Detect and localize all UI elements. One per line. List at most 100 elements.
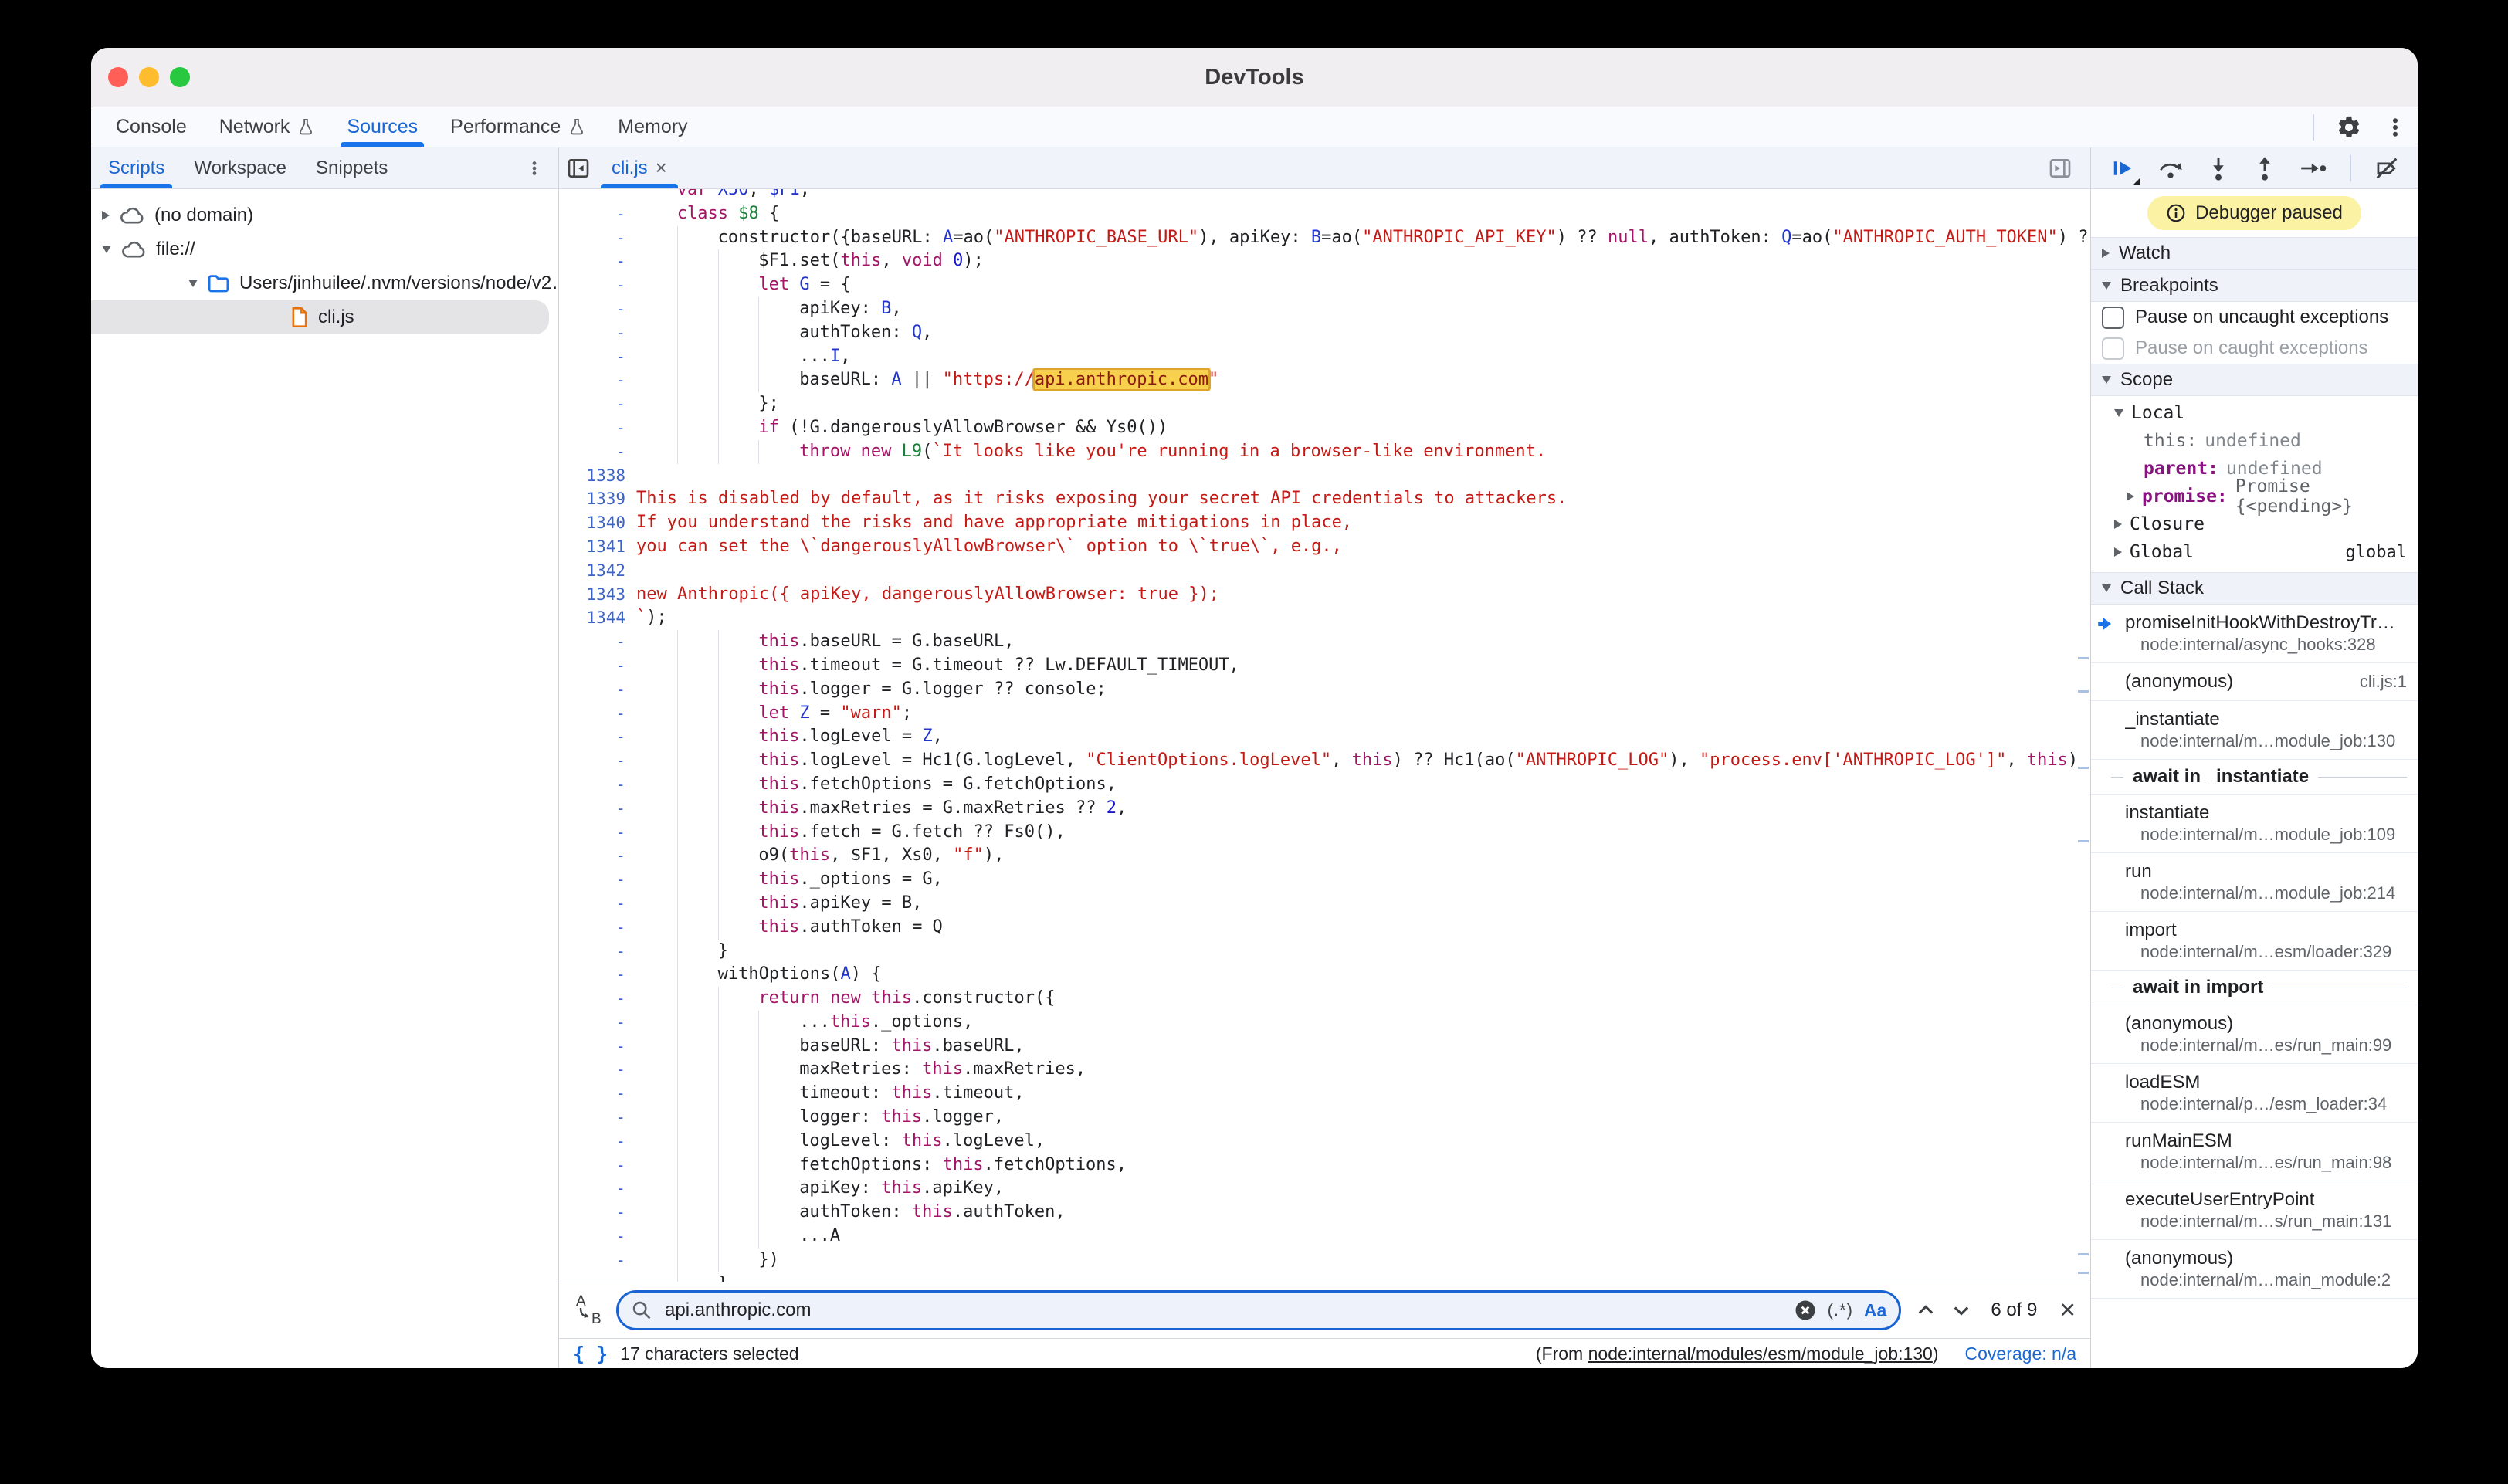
pretty-print-gutter-mark[interactable]: - bbox=[559, 226, 636, 250]
pretty-print-gutter-mark[interactable]: - bbox=[559, 321, 636, 345]
pretty-print-gutter-mark[interactable]: - bbox=[559, 749, 636, 773]
pretty-print-gutter-mark[interactable]: - bbox=[559, 1201, 636, 1225]
more-tabs-icon[interactable] bbox=[524, 157, 544, 180]
pretty-print-gutter-mark[interactable]: - bbox=[559, 702, 636, 726]
pretty-print-gutter-mark[interactable]: - bbox=[559, 1082, 636, 1106]
minimize-window-button[interactable] bbox=[139, 67, 159, 87]
call-stack-frame[interactable]: loadESMnode:internal/p…/esm_loader:34 bbox=[2091, 1064, 2418, 1123]
resume-script-icon[interactable] bbox=[2111, 157, 2134, 180]
zoom-window-button[interactable] bbox=[170, 67, 190, 87]
chevron-down-icon[interactable] bbox=[2114, 409, 2123, 417]
scope-property-promise[interactable]: promise:Promise {<pending>} bbox=[2091, 483, 2418, 510]
section-breakpoints[interactable]: Breakpoints bbox=[2091, 269, 2418, 302]
pretty-print-gutter-mark[interactable]: - bbox=[559, 892, 636, 916]
call-stack-frame[interactable]: _instantiatenode:internal/m…module_job:1… bbox=[2091, 701, 2418, 760]
pretty-print-gutter-mark[interactable]: - bbox=[559, 844, 636, 868]
scope-group-global[interactable]: Globalglobal bbox=[2091, 538, 2418, 566]
match-case-toggle[interactable]: Aa bbox=[1864, 1300, 1886, 1321]
call-stack-frame[interactable]: instantiatenode:internal/m…module_job:10… bbox=[2091, 795, 2418, 853]
pretty-print-gutter-mark[interactable]: - bbox=[559, 1225, 636, 1249]
pretty-print-gutter-mark[interactable]: - bbox=[559, 868, 636, 892]
chevron-right-icon[interactable] bbox=[2127, 492, 2134, 501]
pretty-print-gutter-mark[interactable]: - bbox=[559, 725, 636, 749]
checkbox[interactable] bbox=[2102, 337, 2124, 360]
step-icon[interactable] bbox=[2300, 157, 2327, 180]
chevron-down-icon[interactable] bbox=[102, 246, 111, 253]
previous-match-icon[interactable] bbox=[1915, 1299, 1937, 1321]
chevron-right-icon[interactable] bbox=[2114, 547, 2122, 557]
settings-gear-icon[interactable] bbox=[2336, 114, 2362, 141]
tree-item-file-[interactable]: file:// bbox=[91, 232, 558, 266]
step-over-icon[interactable] bbox=[2157, 156, 2184, 181]
navigator-tab-workspace[interactable]: Workspace bbox=[181, 147, 299, 188]
tree-item--no-domain-[interactable]: (no domain) bbox=[91, 198, 558, 232]
pretty-print-gutter-mark[interactable]: - bbox=[559, 368, 636, 392]
tab-network[interactable]: Network bbox=[207, 107, 327, 147]
pretty-print-gutter-mark[interactable]: - bbox=[559, 821, 636, 845]
next-match-icon[interactable] bbox=[1950, 1299, 1972, 1321]
navigator-tab-scripts[interactable]: Scripts bbox=[96, 147, 177, 188]
tab-sources[interactable]: Sources bbox=[334, 107, 430, 147]
pretty-print-gutter-mark[interactable]: - bbox=[559, 416, 636, 440]
pretty-print-gutter-mark[interactable]: - bbox=[559, 440, 636, 464]
scope-group-local[interactable]: Local bbox=[2091, 399, 2418, 427]
tree-item-cli.js[interactable]: cli.js bbox=[91, 300, 549, 334]
toggle-debugger-panel-icon[interactable] bbox=[2041, 147, 2079, 188]
close-search-icon[interactable]: ✕ bbox=[2059, 1299, 2076, 1323]
pretty-print-gutter-mark[interactable]: - bbox=[559, 273, 636, 297]
replace-toggle-icon[interactable]: AB bbox=[573, 1293, 602, 1328]
call-stack-frame[interactable]: importnode:internal/m…esm/loader:329 bbox=[2091, 912, 2418, 971]
tree-item-users-jinhuilee-.nvm-versions-node-v2-[interactable]: Users/jinhuilee/.nvm/versions/node/v2… bbox=[91, 266, 558, 300]
call-stack-frame[interactable]: (anonymous)cli.js:1 bbox=[2091, 663, 2418, 701]
pretty-print-gutter-mark[interactable]: - bbox=[559, 916, 636, 940]
pretty-print-gutter-mark[interactable]: - bbox=[559, 654, 636, 678]
section-scope[interactable]: Scope bbox=[2091, 364, 2418, 396]
pretty-print-gutter-mark[interactable]: - bbox=[559, 1249, 636, 1272]
toggle-navigator-panel-icon[interactable] bbox=[559, 147, 598, 188]
tab-performance[interactable]: Performance bbox=[438, 107, 598, 147]
line-number[interactable]: 1344 bbox=[559, 606, 636, 630]
pretty-print-icon[interactable]: { } bbox=[573, 1343, 608, 1365]
call-stack-frame[interactable]: (anonymous)node:internal/m…main_module:2 bbox=[2091, 1240, 2418, 1299]
pretty-print-gutter-mark[interactable]: - bbox=[559, 202, 636, 226]
chevron-down-icon[interactable] bbox=[188, 280, 198, 287]
pretty-print-gutter-mark[interactable]: - bbox=[559, 1177, 636, 1201]
source-origin-link[interactable]: node:internal/modules/esm/module_job:130 bbox=[1588, 1343, 1933, 1364]
section-call-stack[interactable]: Call Stack bbox=[2091, 572, 2418, 605]
pretty-print-gutter-mark[interactable]: - bbox=[559, 249, 636, 273]
pretty-print-gutter-mark[interactable]: - bbox=[559, 1106, 636, 1130]
close-window-button[interactable] bbox=[108, 67, 128, 87]
call-stack-frame[interactable]: runMainESMnode:internal/m…es/run_main:98 bbox=[2091, 1123, 2418, 1181]
clear-search-icon[interactable] bbox=[1794, 1299, 1817, 1322]
pretty-print-gutter-mark[interactable]: - bbox=[559, 678, 636, 702]
tab-console[interactable]: Console bbox=[103, 107, 199, 147]
pretty-print-gutter-mark[interactable]: - bbox=[559, 297, 636, 321]
pretty-print-gutter-mark[interactable]: - bbox=[559, 1130, 636, 1154]
chevron-right-icon[interactable] bbox=[2114, 520, 2122, 529]
pretty-print-gutter-mark[interactable]: - bbox=[559, 1011, 636, 1035]
call-stack-frame[interactable]: executeUserEntryPointnode:internal/m…s/r… bbox=[2091, 1181, 2418, 1240]
pretty-print-gutter-mark[interactable]: - bbox=[559, 987, 636, 1011]
pretty-print-gutter-mark[interactable]: - bbox=[559, 940, 636, 964]
breakpoint-option[interactable]: Pause on caught exceptions bbox=[2091, 333, 2418, 364]
navigator-tab-snippets[interactable]: Snippets bbox=[303, 147, 400, 188]
scope-property-this[interactable]: this:undefined bbox=[2091, 427, 2418, 455]
line-number[interactable]: 1341 bbox=[559, 535, 636, 559]
pretty-print-gutter-mark[interactable]: - bbox=[559, 392, 636, 416]
chevron-right-icon[interactable] bbox=[102, 211, 110, 220]
line-number[interactable]: 1340 bbox=[559, 511, 636, 535]
line-number[interactable]: 1343 bbox=[559, 583, 636, 607]
pretty-print-gutter-mark[interactable]: - bbox=[559, 345, 636, 369]
step-into-icon[interactable] bbox=[2207, 156, 2230, 181]
tab-memory[interactable]: Memory bbox=[605, 107, 700, 147]
pretty-print-gutter-mark[interactable]: - bbox=[559, 1154, 636, 1177]
call-stack-frame[interactable]: (anonymous)node:internal/m…es/run_main:9… bbox=[2091, 1005, 2418, 1064]
close-tab-icon[interactable]: × bbox=[656, 156, 667, 180]
deactivate-breakpoints-icon[interactable] bbox=[2374, 156, 2399, 181]
checkbox[interactable] bbox=[2102, 307, 2124, 329]
more-options-icon[interactable] bbox=[2384, 114, 2407, 141]
breakpoint-option[interactable]: Pause on uncaught exceptions bbox=[2091, 302, 2418, 333]
coverage-link[interactable]: Coverage: n/a bbox=[1965, 1343, 2076, 1364]
line-number[interactable]: 1342 bbox=[559, 559, 636, 583]
pretty-print-gutter-mark[interactable]: - bbox=[559, 1272, 636, 1282]
